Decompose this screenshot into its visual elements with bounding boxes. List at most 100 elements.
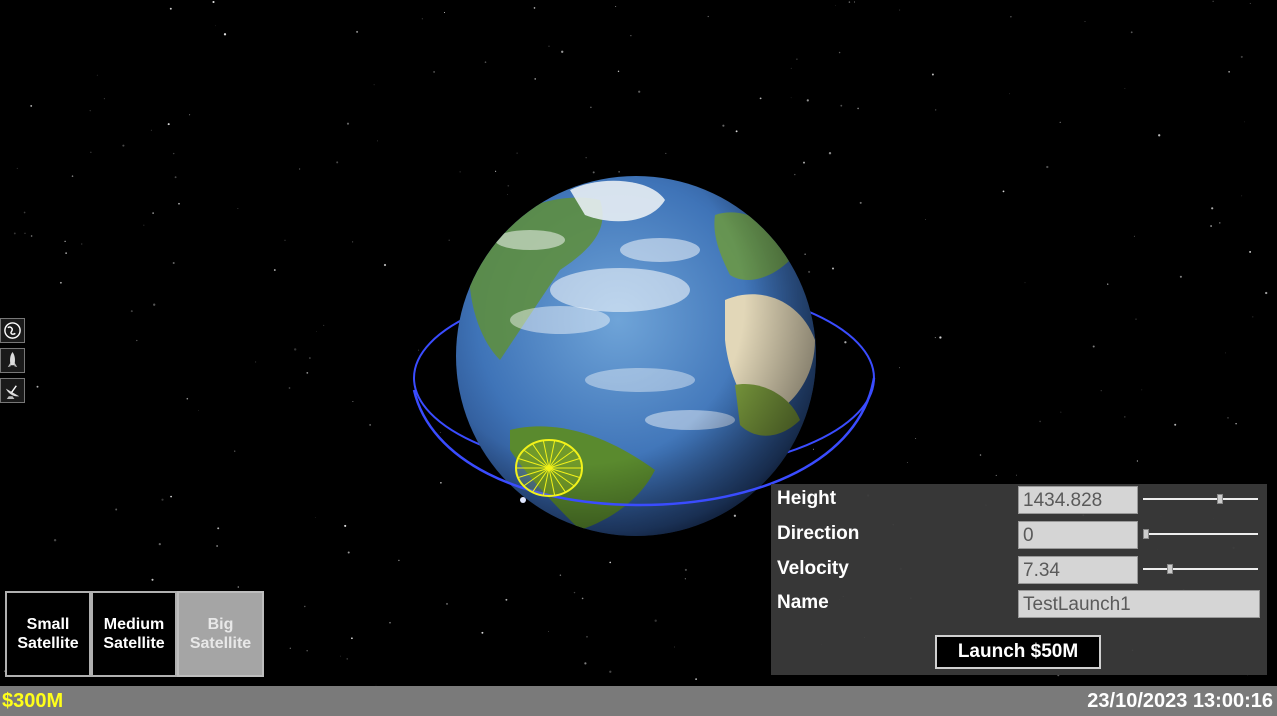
game-clock: 23/10/2023 13:00:16	[1087, 690, 1273, 712]
velocity-slider[interactable]	[1143, 564, 1258, 574]
star	[336, 161, 339, 164]
star	[1024, 282, 1026, 284]
star	[161, 498, 164, 501]
star	[1249, 3, 1251, 4]
star	[96, 74, 98, 76]
star	[804, 253, 806, 255]
star	[398, 559, 400, 562]
star	[581, 597, 584, 600]
velocity-input[interactable]: 7.34	[1018, 556, 1138, 584]
satellite-dish-icon[interactable]	[0, 378, 25, 403]
star	[1224, 352, 1226, 354]
star	[925, 219, 927, 220]
direction-slider-thumb[interactable]	[1143, 529, 1149, 539]
star	[172, 261, 175, 265]
star	[812, 448, 814, 450]
star	[848, 1, 851, 3]
star	[389, 621, 391, 624]
height-slider[interactable]	[1143, 494, 1258, 504]
small-satellite-button[interactable]: Small Satellite	[5, 591, 91, 677]
star	[421, 18, 423, 20]
star	[844, 341, 847, 344]
star	[440, 432, 441, 433]
star	[707, 15, 709, 18]
star	[373, 84, 375, 86]
star	[103, 98, 105, 100]
star	[446, 602, 448, 605]
star	[158, 542, 161, 546]
star	[934, 337, 936, 339]
star	[1016, 474, 1017, 476]
star	[186, 397, 189, 400]
star	[448, 239, 450, 241]
big-satellite-line2: Satellite	[189, 635, 252, 652]
star	[1179, 275, 1182, 278]
star	[735, 130, 738, 133]
big-satellite-button[interactable]: Big Satellite	[177, 591, 264, 677]
name-row: Name TestLaunch1	[771, 588, 1267, 618]
star	[481, 631, 484, 634]
rocket-icon[interactable]	[0, 348, 25, 373]
star	[1252, 316, 1254, 318]
star	[216, 545, 218, 547]
star	[899, 9, 901, 11]
star	[790, 67, 792, 69]
small-satellite-line1: Small	[26, 616, 70, 633]
star	[346, 122, 350, 125]
star	[1059, 121, 1061, 124]
star	[13, 232, 16, 235]
star	[1092, 345, 1095, 348]
star	[289, 647, 291, 649]
star	[1158, 134, 1161, 137]
star	[1084, 21, 1086, 22]
direction-slider[interactable]	[1143, 529, 1258, 539]
launch-panel: Height 1434.828 Direction 0 Velocity 7.3…	[771, 484, 1267, 675]
direction-label: Direction	[777, 523, 860, 544]
star	[516, 152, 518, 154]
star	[722, 124, 725, 127]
star	[255, 361, 257, 363]
star	[298, 168, 301, 170]
star	[1002, 190, 1005, 193]
star	[65, 252, 67, 254]
star	[507, 194, 509, 195]
star	[674, 646, 675, 648]
star	[1211, 207, 1214, 210]
star	[835, 4, 837, 6]
star	[115, 508, 118, 511]
star	[1133, 235, 1135, 237]
star	[167, 123, 170, 126]
launch-button[interactable]: Launch $50M	[935, 635, 1101, 669]
star	[654, 619, 657, 622]
star	[443, 11, 446, 14]
star	[840, 104, 843, 107]
star	[1240, 55, 1243, 58]
star	[71, 175, 74, 177]
name-input[interactable]: TestLaunch1	[1018, 590, 1260, 618]
satellite-marker[interactable]	[520, 497, 526, 503]
star	[832, 267, 834, 270]
star	[590, 106, 592, 109]
star	[484, 61, 487, 63]
star	[1046, 165, 1049, 169]
velocity-slider-thumb[interactable]	[1166, 564, 1173, 574]
star	[559, 574, 562, 576]
star	[915, 437, 917, 440]
direction-input[interactable]: 0	[1018, 521, 1138, 549]
star	[1265, 291, 1268, 295]
star	[153, 303, 156, 306]
star	[854, 1, 855, 3]
star	[122, 144, 125, 147]
star	[495, 170, 497, 172]
earth-globe[interactable]	[456, 176, 816, 536]
earth-icon[interactable]	[0, 318, 25, 343]
star	[346, 658, 348, 660]
height-input[interactable]: 1434.828	[1018, 486, 1138, 514]
height-slider-thumb[interactable]	[1217, 494, 1224, 504]
star	[507, 184, 510, 187]
star	[859, 201, 862, 204]
velocity-label: Velocity	[777, 558, 849, 579]
star	[433, 70, 436, 73]
medium-satellite-button[interactable]: Medium Satellite	[91, 591, 177, 677]
star	[790, 97, 792, 99]
